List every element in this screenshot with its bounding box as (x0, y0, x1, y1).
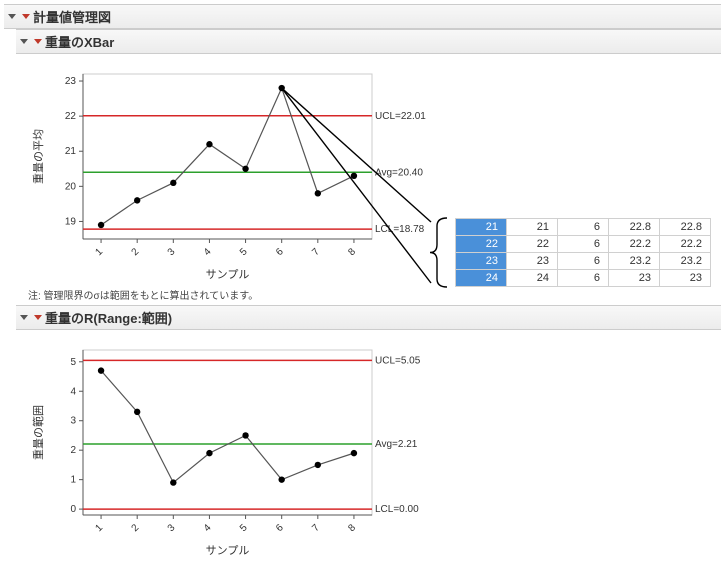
svg-text:4: 4 (70, 386, 76, 397)
panel-title-r: 重量のR(Range:範囲) (45, 308, 172, 327)
svg-text:8: 8 (346, 246, 358, 258)
data-cell: 23 (609, 270, 660, 287)
row-number-cell: 23 (456, 253, 507, 270)
data-cell: 22.8 (660, 219, 711, 236)
svg-text:6: 6 (274, 522, 286, 534)
disclosure-icon[interactable] (20, 39, 28, 44)
table-row[interactable]: 2121622.822.8 (456, 219, 711, 236)
data-cell: 23 (507, 253, 558, 270)
data-cell: 6 (558, 236, 609, 253)
svg-text:3: 3 (70, 416, 76, 427)
svg-text:2: 2 (70, 445, 76, 456)
disclosure-icon[interactable] (20, 315, 28, 320)
data-cell: 23.2 (660, 253, 711, 270)
svg-text:1: 1 (70, 475, 76, 486)
panel-title-main: 計量値管理図 (33, 7, 111, 26)
data-cell: 6 (558, 219, 609, 236)
svg-text:6: 6 (274, 246, 286, 258)
data-cell: 24 (507, 270, 558, 287)
xbar-plot: 192021222312345678UCL=22.01Avg=20.40LCL=… (28, 54, 438, 284)
disclosure-icon[interactable] (8, 14, 16, 19)
svg-text:5: 5 (238, 522, 250, 534)
data-cell: 22.2 (660, 236, 711, 253)
linked-rows-table: 2121622.822.82222622.222.22323623.223.22… (455, 218, 711, 287)
svg-text:20: 20 (65, 181, 77, 192)
svg-text:重量の平均: 重量の平均 (31, 129, 45, 184)
svg-text:3: 3 (166, 522, 178, 534)
svg-text:1: 1 (93, 246, 105, 258)
data-cell: 22.2 (609, 236, 660, 253)
table-row[interactable]: 242462323 (456, 270, 711, 287)
svg-text:21: 21 (65, 146, 77, 157)
svg-text:UCL=22.01: UCL=22.01 (375, 111, 426, 122)
data-cell: 22.8 (609, 219, 660, 236)
r-chart: 0 1 2 3 4 5 1 2 3 4 5 6 7 8 UCL=5.05 Avg=2.21 LCL=0.00 重量… (28, 330, 721, 560)
data-cell: 23.2 (609, 253, 660, 270)
svg-text:LCL=18.78: LCL=18.78 (375, 224, 425, 235)
svg-text:2: 2 (130, 522, 142, 534)
svg-text:UCL=5.05: UCL=5.05 (375, 355, 421, 366)
svg-text:22: 22 (65, 111, 77, 122)
svg-text:3: 3 (166, 246, 178, 258)
panel-header-main[interactable]: 計量値管理図 (4, 4, 721, 29)
data-cell: 22 (507, 236, 558, 253)
svg-text:4: 4 (202, 522, 214, 534)
sigma-note: 注: 管理限界のσは範囲をもとに算出されています。 (28, 284, 721, 305)
svg-text:サンプル: サンプル (206, 544, 250, 557)
hotspot-icon[interactable] (22, 14, 30, 19)
data-cell: 23 (660, 270, 711, 287)
svg-text:7: 7 (310, 522, 322, 534)
hotspot-icon[interactable] (34, 315, 42, 320)
table-row[interactable]: 2323623.223.2 (456, 253, 711, 270)
svg-text:0: 0 (70, 504, 76, 515)
svg-text:23: 23 (65, 76, 77, 87)
svg-text:2: 2 (130, 246, 142, 258)
row-number-cell: 22 (456, 236, 507, 253)
table-row[interactable]: 2222622.222.2 (456, 236, 711, 253)
row-number-cell: 21 (456, 219, 507, 236)
svg-text:Avg=2.21: Avg=2.21 (375, 439, 418, 450)
svg-text:4: 4 (202, 246, 214, 258)
panel-header-xbar[interactable]: 重量のXBar (16, 29, 721, 54)
data-cell: 6 (558, 270, 609, 287)
svg-text:LCL=0.00: LCL=0.00 (375, 504, 419, 515)
data-cell: 6 (558, 253, 609, 270)
svg-text:5: 5 (238, 246, 250, 258)
svg-text:1: 1 (93, 522, 105, 534)
panel-header-r[interactable]: 重量のR(Range:範囲) (16, 305, 721, 330)
data-cell: 21 (507, 219, 558, 236)
panel-title-xbar: 重量のXBar (45, 32, 114, 51)
svg-text:19: 19 (65, 216, 77, 227)
r-plot: 0 1 2 3 4 5 1 2 3 4 5 6 7 8 UCL=5.05 Avg=2.21 LCL=0.00 重量… (28, 330, 438, 560)
svg-text:Avg=20.40: Avg=20.40 (375, 167, 423, 178)
svg-text:重量の範囲: 重量の範囲 (31, 405, 45, 460)
svg-text:7: 7 (310, 246, 322, 258)
svg-text:5: 5 (70, 357, 76, 368)
svg-text:8: 8 (346, 522, 358, 534)
svg-text:サンプル: サンプル (206, 268, 250, 281)
hotspot-icon[interactable] (34, 39, 42, 44)
row-number-cell: 24 (456, 270, 507, 287)
